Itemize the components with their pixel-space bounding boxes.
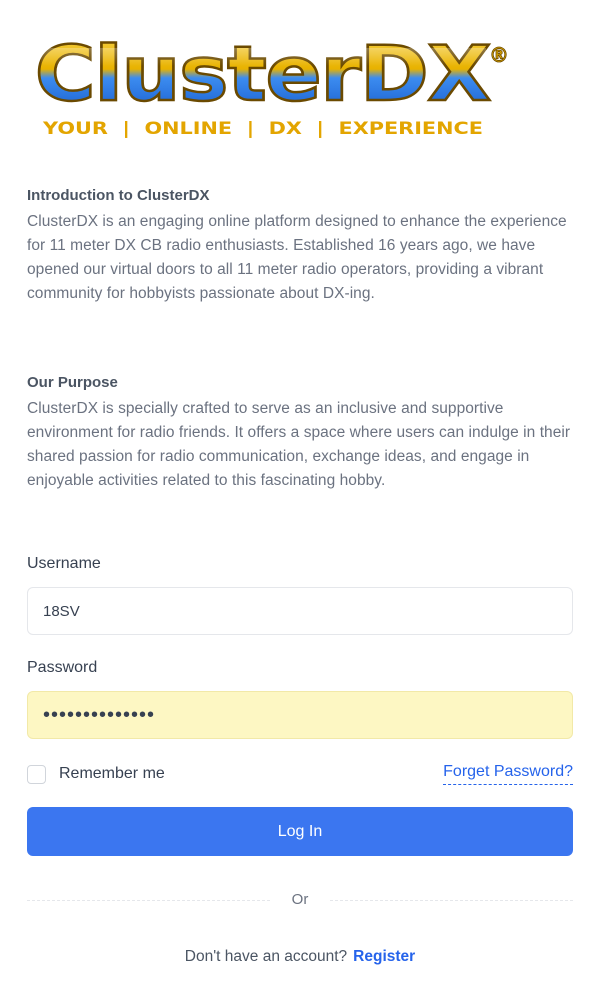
remember-me-control[interactable]: Remember me [27,762,165,786]
signup-prompt-text: Don't have an account? [184,948,348,965]
forgot-password-link[interactable]: Forget Password? [443,762,573,785]
divider-line-right [330,900,573,901]
purpose-paragraph: ClusterDX is specially crafted to serve … [27,400,571,489]
intro-paragraph: ClusterDX is an engaging online platform… [27,213,567,302]
logo-tagline: YOUR | ONLINE | DX | EXPERIENCE [42,119,483,139]
or-divider: Or [27,890,573,910]
remember-me-label[interactable]: Remember me [59,765,165,783]
register-link[interactable]: Register [353,948,415,965]
logo-registered-mark: ® [489,43,509,67]
signup-prompt: Don't have an account? Register [27,948,573,966]
intro-heading: Introduction to ClusterDX [27,187,210,204]
username-input[interactable] [27,587,573,635]
purpose-heading: Our Purpose [27,374,118,391]
password-input[interactable] [27,691,573,739]
login-page: ClusterDX ® YOUR | ONLINE | DX | EXPERIE… [27,0,573,1001]
username-label: Username [27,555,101,572]
login-button[interactable]: Log In [27,807,573,856]
clusterdx-logo: ClusterDX ® YOUR | ONLINE | DX | EXPERIE… [33,36,513,146]
remember-me-checkbox[interactable] [27,764,46,784]
password-label: Password [27,659,98,676]
